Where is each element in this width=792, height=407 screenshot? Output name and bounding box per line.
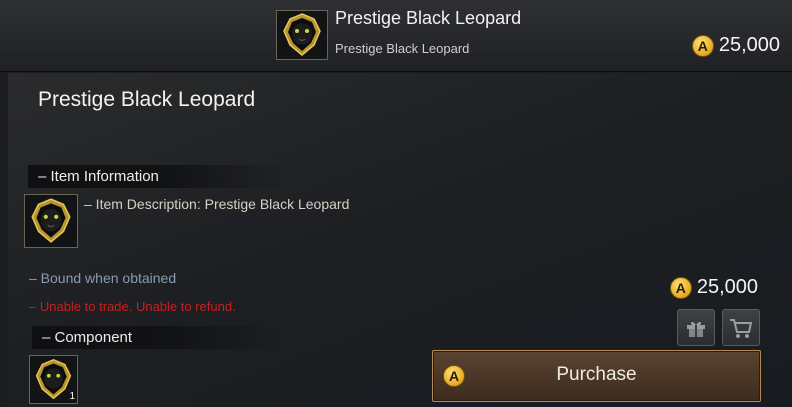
acoin-currency-icon: A (691, 34, 714, 57)
component-item-slot[interactable]: 1 (29, 355, 78, 404)
cart-icon (730, 318, 753, 338)
component-count: 1 (69, 391, 75, 402)
header-bar: Prestige Black Leopard Prestige Black Le… (0, 0, 792, 72)
header-price-value: 25,000 (718, 34, 780, 56)
gift-button[interactable] (677, 309, 715, 346)
purchase-button[interactable]: A Purchase (432, 350, 761, 402)
item-description: – Item Description: Prestige Black Leopa… (84, 196, 350, 212)
purchase-price-value: 25,000 (696, 276, 758, 298)
add-to-cart-button[interactable] (722, 309, 760, 346)
item-information-header: – Item Information (28, 165, 288, 188)
leopard-pendant-icon (276, 10, 328, 60)
leopard-pendant-icon[interactable] (24, 194, 78, 248)
header-price: A 25,000 (691, 34, 780, 57)
trade-refund-warning: – Unable to trade. Unable to refund. (29, 299, 236, 314)
acoin-currency-icon: A (669, 276, 692, 299)
component-header: – Component (32, 326, 282, 349)
purchase-price: A 25,000 (669, 276, 758, 299)
bound-notice: – Bound when obtained (29, 270, 177, 286)
gift-icon (687, 321, 705, 337)
header-subtitle: Prestige Black Leopard (335, 41, 470, 56)
item-name: Prestige Black Leopard (38, 88, 256, 111)
purchase-button-label: Purchase (556, 364, 637, 385)
header-title: Prestige Black Leopard (335, 8, 522, 28)
